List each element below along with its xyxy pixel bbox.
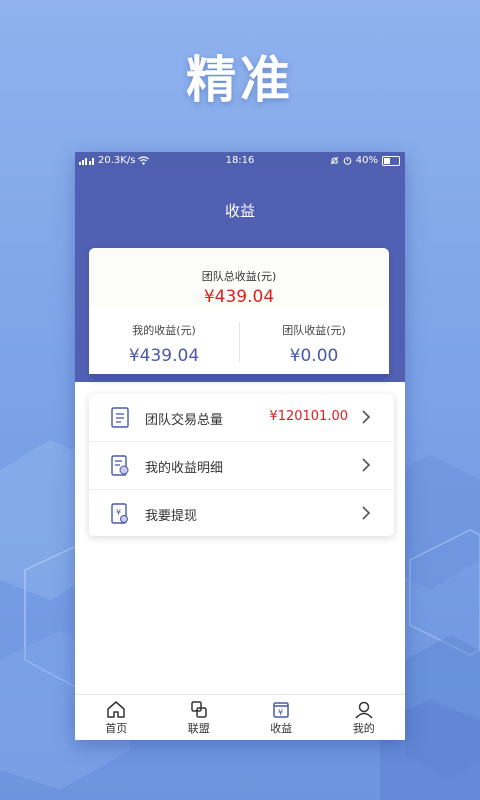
earnings-icon: ¥ <box>273 702 289 718</box>
user-icon <box>355 701 373 719</box>
chevron-right-icon <box>362 506 371 520</box>
battery-icon <box>382 155 400 166</box>
chevron-right-icon <box>362 410 371 424</box>
alliance-icon <box>191 701 207 718</box>
withdraw-icon: ¥ <box>111 503 128 524</box>
tab-label: 首页 <box>105 722 128 735</box>
my-earnings-value: ¥439.04 <box>128 346 200 366</box>
svg-text:¥: ¥ <box>116 508 121 517</box>
page-title: 收益 <box>224 202 255 220</box>
earnings-menu: 团队交易总量 ¥120101.00 我的收益明细 ¥ 我要提现 <box>89 394 394 536</box>
my-earnings-section: 我的收益(元) ¥439.04 <box>89 322 239 366</box>
earnings-header: 收益 团队总收益(元) ¥439.04 我的收益(元) ¥439.04 团队收益… <box>75 170 405 382</box>
earnings-summary-card: 团队总收益(元) ¥439.04 我的收益(元) ¥439.04 团队收益(元)… <box>89 248 389 380</box>
my-earnings-label: 我的收益(元) <box>132 324 196 337</box>
menu-item-label: 我的收益明细 <box>145 461 224 476</box>
svg-text:¥: ¥ <box>278 708 283 717</box>
silent-icon <box>330 156 339 165</box>
menu-item-earnings-detail[interactable]: 我的收益明细 <box>89 442 394 490</box>
tab-mine[interactable]: 我的 <box>323 695 406 740</box>
team-earnings-section: 团队收益(元) ¥0.00 <box>239 322 389 366</box>
tab-label: 我的 <box>352 722 375 735</box>
menu-item-withdraw[interactable]: ¥ 我要提现 <box>89 490 394 537</box>
menu-item-label: 我要提现 <box>145 509 198 524</box>
tab-home[interactable]: 首页 <box>75 695 158 740</box>
bottom-tab-bar: 首页 联盟 ¥ 收益 我的 <box>75 694 405 740</box>
alarm-icon <box>343 157 352 165</box>
menu-item-label: 团队交易总量 <box>145 413 224 428</box>
tab-earnings[interactable]: ¥ 收益 <box>240 695 323 740</box>
team-earnings-value: ¥0.00 <box>289 346 339 366</box>
tab-label: 联盟 <box>187 722 210 735</box>
status-bar: 20.3K/s 18:16 40% <box>75 152 405 170</box>
phone-screen: 20.3K/s 18:16 40% 收益 团队总收益(元) ¥439.04 我的… <box>75 152 405 740</box>
total-earnings-section: 团队总收益(元) ¥439.04 <box>89 248 389 308</box>
headline-title: 精准 <box>186 51 294 109</box>
battery-percent: 40% <box>355 155 378 166</box>
team-earnings-label: 团队收益(元) <box>282 324 346 337</box>
chevron-right-icon <box>362 458 371 472</box>
tab-label: 收益 <box>270 722 293 735</box>
total-earnings-label: 团队总收益(元) <box>201 270 277 283</box>
earnings-detail-icon <box>111 455 129 476</box>
document-icon <box>111 407 129 428</box>
menu-item-team-volume[interactable]: 团队交易总量 ¥120101.00 <box>89 394 394 442</box>
card-bottom-accent <box>89 374 389 380</box>
home-icon <box>107 701 125 718</box>
team-volume-value: ¥120101.00 <box>269 409 348 424</box>
total-earnings-value: ¥439.04 <box>203 287 275 307</box>
tab-alliance[interactable]: 联盟 <box>158 695 241 740</box>
